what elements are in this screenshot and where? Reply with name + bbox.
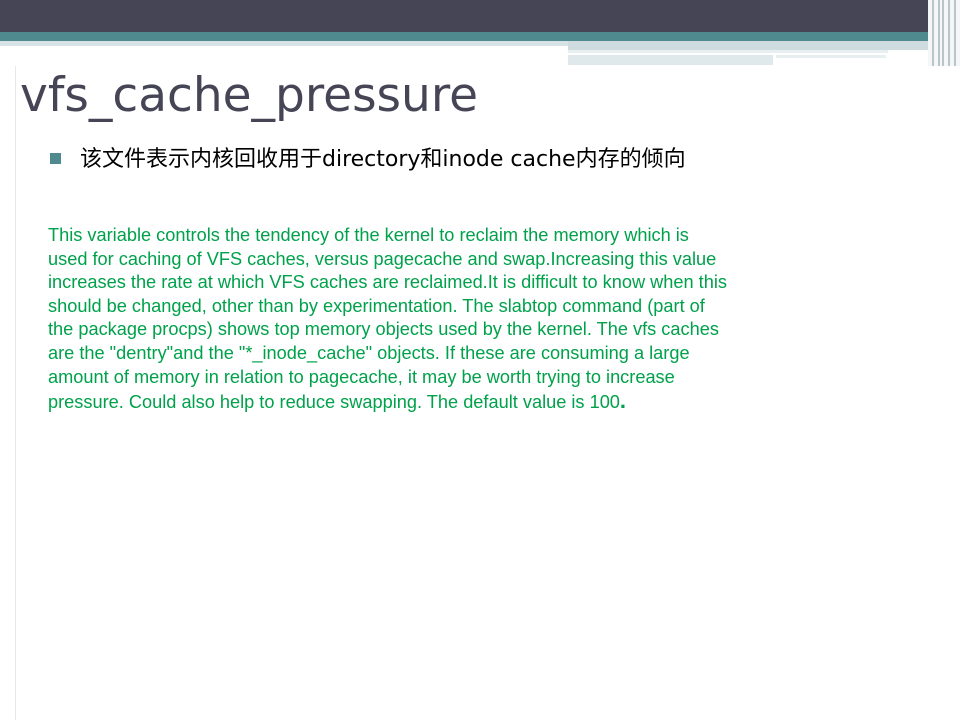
slide: vfs_cache_pressure 该文件表示内核回收用于directory和… (0, 0, 960, 720)
body-line: used for caching of VFS caches, versus p… (48, 248, 717, 269)
body-line: should be changed, other than by experim… (48, 295, 705, 316)
header-band-light (0, 41, 568, 46)
left-margin-line (15, 66, 16, 720)
bullet-item: 该文件表示内核回收用于directory和inode cache内存的倾向 (50, 142, 930, 182)
body-line: the package procps) shows top memory obj… (48, 319, 719, 340)
body-line: are the "dentry"and the "*_inode_cache" … (48, 342, 690, 363)
body-line: This variable controls the tendency of t… (48, 225, 689, 245)
body-line: increases the rate at which VFS caches a… (48, 272, 727, 293)
slide-title: vfs_cache_pressure (20, 68, 479, 123)
header-step-line (568, 50, 888, 53)
header-band-teal (0, 32, 960, 41)
body-paragraph: This variable controls the tendency of t… (48, 224, 948, 415)
bullet-text: 该文件表示内核回收用于directory和inode cache内存的倾向 (80, 147, 686, 172)
header-band-dark (0, 0, 960, 32)
header-corner-bars (928, 0, 960, 66)
header-band-light-right (568, 41, 940, 50)
square-bullet-icon (50, 153, 61, 164)
body-end-period: . (619, 388, 627, 414)
body-line: pressure. Could also help to reduce swap… (48, 392, 620, 413)
body-line: amount of memory in relation to pagecach… (48, 366, 675, 387)
header-step-block (568, 55, 773, 65)
header-step-line-short (776, 55, 886, 58)
